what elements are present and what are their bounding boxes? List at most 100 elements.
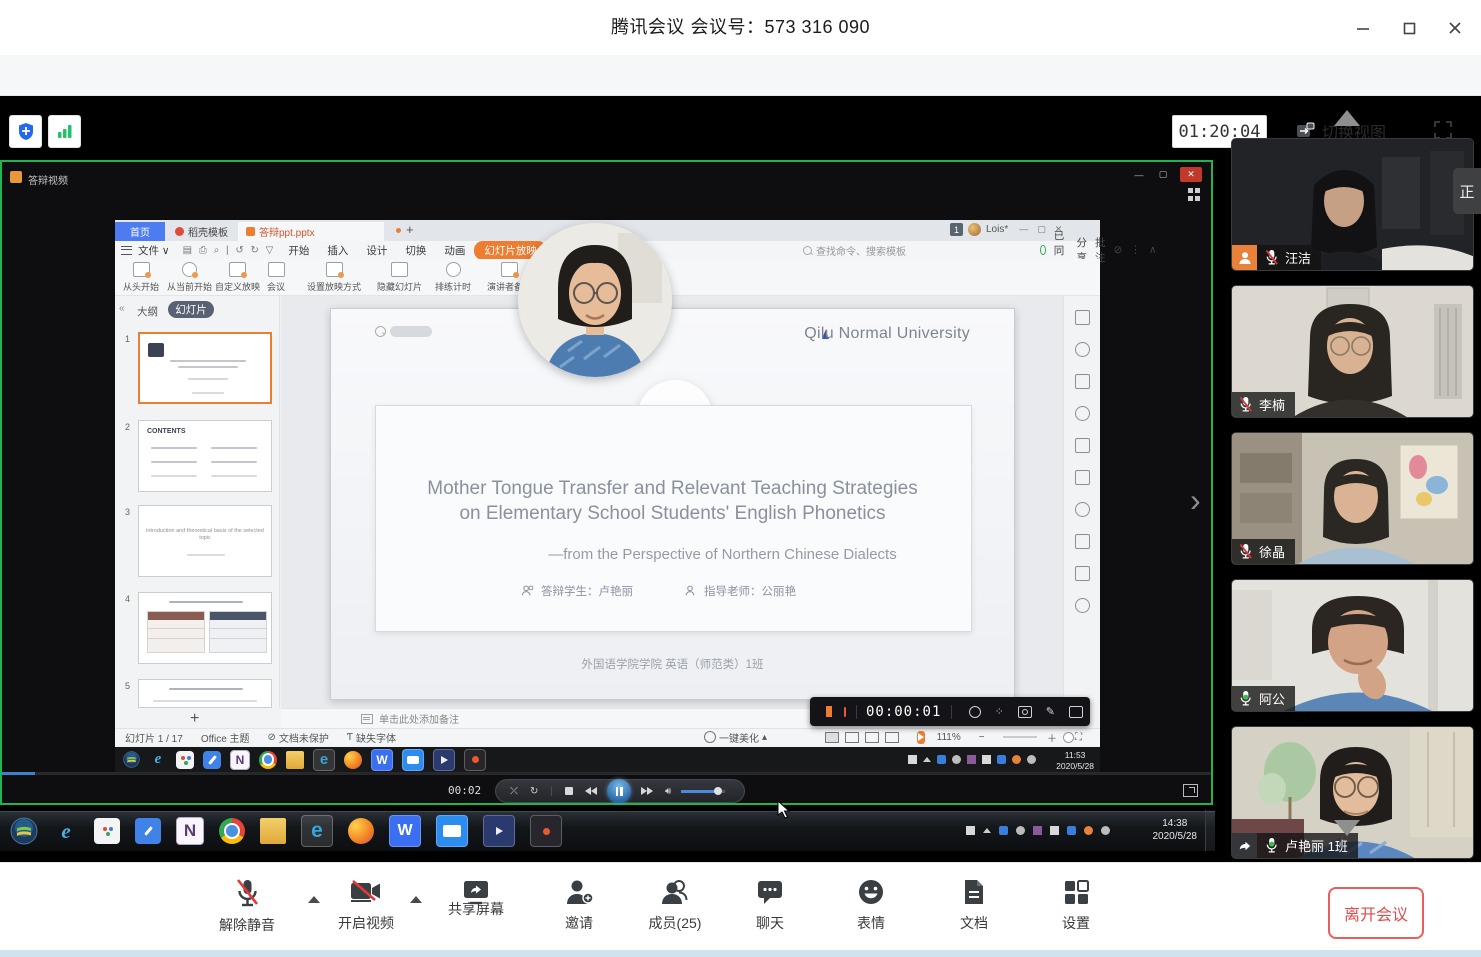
- wps-menu-file: 文件 ∨: [132, 243, 179, 258]
- wps-right-rail: [1063, 296, 1100, 708]
- audio-options-caret[interactable]: [308, 896, 320, 903]
- rail-icon: [1075, 438, 1090, 453]
- app-circles-icon: [176, 751, 194, 769]
- participant-name: 徐晶: [1259, 542, 1285, 561]
- explorer-icon: [286, 751, 304, 769]
- recorder-pause-icon: [826, 706, 832, 717]
- slide-thumbnail-2: CONTENTS: [138, 420, 272, 492]
- rail-icon: [1075, 342, 1090, 357]
- wps-menu-transition: 切换: [396, 243, 435, 258]
- invite-button[interactable]: 邀请: [537, 878, 621, 944]
- settings-button[interactable]: 设置: [1034, 878, 1118, 944]
- wps-user-name: Lois*: [986, 224, 1008, 235]
- notes-icon: [361, 714, 373, 724]
- rewind-icon: [585, 787, 597, 795]
- wps-tab-home: 首页: [115, 222, 165, 241]
- members-icon: [660, 878, 690, 906]
- tray-icon: [999, 826, 1008, 835]
- shared-desktop-taskbar: e N e W 14:38 2020/5/28: [0, 810, 1215, 851]
- participant-chip: 汪洁: [1232, 245, 1321, 270]
- pen-app-icon: [203, 751, 221, 769]
- play-slideshow-icon: [917, 731, 925, 744]
- ribbon-hide-slide: 隐藏幻灯片: [377, 262, 422, 293]
- signal-bars-icon: [57, 124, 73, 139]
- share-screen-button[interactable]: 共享屏幕: [434, 878, 518, 944]
- recorder-pen-icon: ✎: [1046, 705, 1055, 718]
- university-name: Qilu Normal University: [760, 325, 970, 343]
- player-window-title: 答辩视频: [28, 172, 68, 187]
- meeting-app-icon: [402, 749, 424, 771]
- participant-tile-linan[interactable]: 李楠: [1231, 285, 1474, 418]
- thumb-number: 1: [120, 334, 130, 344]
- rail-icon: [1075, 598, 1090, 613]
- participant-tile-luyanli[interactable]: 卢艳丽 1班: [1231, 726, 1474, 859]
- slide-title-line2: on Elementary School Students' English P…: [380, 503, 965, 525]
- sorter-view-icon: [845, 732, 859, 743]
- switch-view-icon: [1296, 122, 1315, 139]
- wps-search: 查找命令、搜索模板: [803, 243, 906, 258]
- tray-icon: [1027, 755, 1036, 764]
- close-button[interactable]: [1440, 13, 1470, 43]
- ribbon-meeting: 会议: [267, 262, 285, 293]
- recorder-app-icon: [530, 815, 562, 847]
- advisor-icon: [683, 584, 697, 598]
- thumb-number: 3: [120, 507, 130, 517]
- recorder-shrink-icon: ⁘: [995, 705, 1004, 718]
- leave-meeting-button[interactable]: 离开会议: [1328, 887, 1424, 939]
- maximize-button[interactable]: [1394, 13, 1424, 43]
- video-options-caret[interactable]: [410, 896, 422, 903]
- recorder-camera-icon: [1018, 706, 1032, 718]
- participant-tile-xujing[interactable]: 徐晶: [1231, 432, 1474, 565]
- tray-icon: [966, 826, 975, 835]
- next-page-arrow[interactable]: ›: [1190, 482, 1201, 519]
- participant-tile-wangjie[interactable]: 汪洁: [1231, 138, 1474, 271]
- share-arrow-icon: [1237, 838, 1252, 853]
- presenter-portrait: [518, 223, 672, 377]
- wps-tab-document: 答辩ppt.pptx: [238, 222, 384, 241]
- mic-on-icon: [1238, 690, 1253, 707]
- start-video-button[interactable]: 开启视频: [324, 878, 408, 944]
- fullscreen-icon: [1433, 120, 1453, 140]
- rail-icon: [1075, 534, 1090, 549]
- player-close-icon: ✕: [1180, 167, 1202, 182]
- mic-muted-icon: [1238, 543, 1253, 560]
- chat-button[interactable]: 聊天: [728, 878, 812, 944]
- network-quality-button[interactable]: [48, 115, 81, 148]
- ribbon-from-current: 从当前开始: [167, 262, 212, 293]
- scroll-down-arrow[interactable]: [1334, 820, 1360, 836]
- meeting-app-icon: [436, 815, 468, 847]
- chrome-icon: [219, 818, 245, 844]
- fit-icon: ⛶: [1075, 732, 1082, 743]
- status-theme: Office 主题: [201, 730, 250, 745]
- shuffle-icon: ⤫: [510, 786, 518, 797]
- recorder-focus-icon: [969, 706, 981, 718]
- volume-icon: 🔊︎: [665, 786, 671, 797]
- docs-button[interactable]: 文档: [932, 878, 1016, 944]
- tencent-meeting-window: 腾讯会议 会议号：573 316 090 01:20:04: [0, 0, 1481, 957]
- ribbon-from-beginning: 从头开始: [123, 262, 159, 293]
- minimize-button[interactable]: [1348, 13, 1378, 43]
- zoom-level: 111%: [937, 732, 961, 743]
- unmute-button[interactable]: 解除静音: [205, 878, 289, 944]
- thumb-number: 4: [120, 594, 130, 604]
- scroll-up-arrow[interactable]: [1334, 110, 1360, 126]
- participant-chip: 徐晶: [1232, 539, 1295, 564]
- mouse-cursor: [776, 800, 792, 820]
- invite-person-icon: [564, 878, 594, 906]
- search-icon: [803, 246, 812, 255]
- recorder-app-icon: [464, 749, 486, 771]
- add-slide-icon: +: [190, 710, 199, 728]
- screen-sharing-badge: [1232, 833, 1257, 858]
- wps-menu-start: 开始: [279, 243, 318, 258]
- participant-tile-agong[interactable]: 阿公: [1231, 579, 1474, 712]
- recorder-overlay: 00:00:01 ⁘ ✎: [810, 697, 1090, 726]
- members-button[interactable]: 成员(25): [633, 878, 717, 944]
- emoji-button[interactable]: 表情: [829, 878, 913, 944]
- repeat-icon: ↻: [530, 786, 538, 797]
- pen-app-icon: [135, 818, 161, 844]
- zoom-slider: [1003, 736, 1037, 738]
- chat-bubble-icon: [755, 878, 785, 906]
- docer-icon: [175, 227, 184, 236]
- hamburger-icon: [121, 246, 132, 255]
- security-shield-button[interactable]: [9, 115, 42, 148]
